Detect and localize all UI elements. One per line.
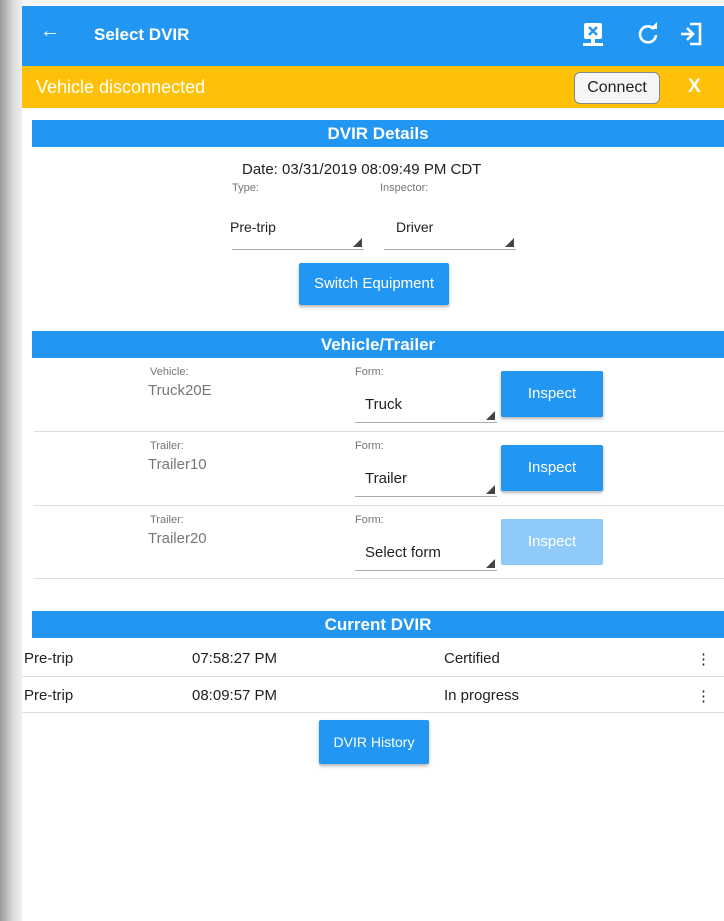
dropdown-caret-icon	[486, 411, 495, 420]
connection-alert-banner: Vehicle disconnected Connect X	[22, 66, 724, 108]
refresh-icon[interactable]	[634, 20, 662, 48]
row-divider	[34, 431, 724, 432]
top-app-bar: ← Select DVIR	[22, 6, 724, 66]
trailer-form-select[interactable]: Trailer	[355, 458, 497, 497]
page-title: Select DVIR	[94, 25, 190, 44]
inspect-vehicle-button[interactable]: Inspect	[501, 371, 603, 417]
more-options-icon[interactable]: ⋮	[696, 687, 711, 705]
dvir-history-button[interactable]: DVIR History	[319, 720, 429, 764]
row-divider	[34, 505, 724, 506]
trailer-name: Trailer20	[148, 530, 207, 547]
row-divider	[34, 578, 724, 579]
type-select[interactable]: Pre-trip	[230, 209, 364, 250]
dvir-list-item[interactable]: Pre-trip 07:58:27 PM Certified ⋮	[22, 640, 724, 676]
vehicle-label: Vehicle:	[150, 366, 189, 378]
form-value: Trailer	[365, 470, 407, 487]
screen: ← Select DVIR Vehicle disconnected Conne…	[0, 0, 724, 921]
vehicle-trailer-header: Vehicle/Trailer	[32, 331, 724, 358]
back-arrow-icon[interactable]: ←	[40, 20, 60, 43]
inspector-select[interactable]: Driver	[384, 209, 516, 250]
trailer-name: Trailer10	[148, 456, 207, 473]
disconnect-device-icon[interactable]	[579, 20, 607, 48]
dvir-details-header: DVIR Details	[32, 120, 724, 147]
alert-message: Vehicle disconnected	[36, 77, 206, 97]
more-options-icon[interactable]: ⋮	[696, 650, 711, 668]
dvir-date: Date: 03/31/2019 08:09:49 PM CDT	[242, 161, 482, 178]
inspector-label: Inspector:	[380, 182, 429, 194]
switch-equipment-button[interactable]: Switch Equipment	[299, 263, 449, 305]
vehicle-name: Truck20E	[148, 382, 212, 399]
dropdown-caret-icon	[486, 559, 495, 568]
vehicle-form-select[interactable]: Truck	[355, 384, 497, 423]
type-value: Pre-trip	[230, 219, 276, 235]
trailer-label: Trailer:	[150, 440, 184, 452]
trailer-form-select[interactable]: Select form	[355, 532, 497, 571]
dvir-time: 08:09:57 PM	[192, 687, 278, 704]
left-shadow	[0, 0, 22, 921]
form-label: Form:	[355, 514, 384, 526]
dropdown-caret-icon	[505, 238, 514, 247]
current-dvir-header: Current DVIR	[32, 611, 724, 638]
type-label: Type:	[232, 182, 259, 194]
dvir-status: In progress	[444, 687, 520, 704]
logout-icon[interactable]	[678, 20, 706, 48]
trailer-label: Trailer:	[150, 514, 184, 526]
inspect-trailer-button-disabled: Inspect	[501, 519, 603, 565]
form-label: Form:	[355, 366, 384, 378]
app-window: ← Select DVIR Vehicle disconnected Conne…	[22, 6, 724, 921]
dvir-status: Certified	[444, 650, 500, 667]
dropdown-caret-icon	[486, 485, 495, 494]
dvir-type: Pre-trip	[24, 650, 74, 667]
close-alert-button[interactable]: X	[688, 76, 701, 98]
dvir-time: 07:58:27 PM	[192, 650, 278, 667]
form-value: Select form	[365, 544, 441, 561]
inspector-value: Driver	[396, 219, 434, 235]
dvir-type: Pre-trip	[24, 687, 74, 704]
form-label: Form:	[355, 440, 384, 452]
inspect-trailer-button[interactable]: Inspect	[501, 445, 603, 491]
form-value: Truck	[365, 396, 402, 413]
dvir-list-item[interactable]: Pre-trip 08:09:57 PM In progress ⋮	[22, 677, 724, 713]
dropdown-caret-icon	[353, 238, 362, 247]
connect-button[interactable]: Connect	[574, 72, 660, 104]
row-divider	[22, 712, 724, 713]
